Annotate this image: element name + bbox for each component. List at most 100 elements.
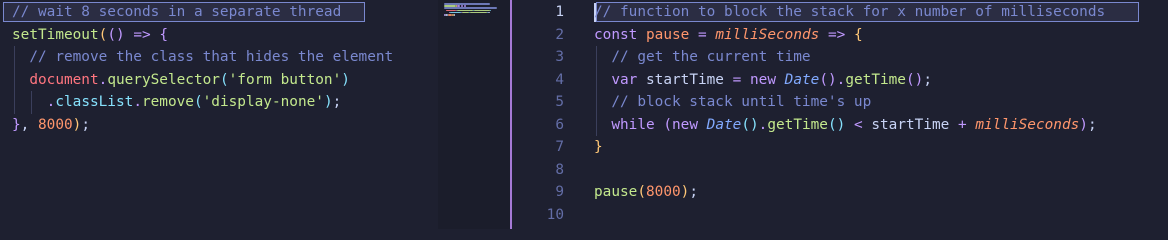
code-token: ; xyxy=(689,184,698,200)
code-token: 'display-none' xyxy=(202,94,324,110)
code-token: new xyxy=(750,71,776,88)
code-token: Date xyxy=(784,71,820,88)
minimap-stroke xyxy=(444,7,497,9)
code-line[interactable]: while (new Date().getTime() < startTime … xyxy=(594,114,1097,137)
code-token: () xyxy=(819,71,837,88)
code-line[interactable]: }, 8000); xyxy=(12,114,90,137)
code-token: while xyxy=(611,116,655,133)
code-token: , xyxy=(20,116,38,133)
code-token: const xyxy=(594,26,638,43)
code-token: ; xyxy=(1087,116,1097,133)
code-token: () xyxy=(827,116,846,133)
code-line[interactable]: } xyxy=(594,136,603,159)
code-line[interactable]: .classList.remove('display-none'); xyxy=(12,91,342,114)
indent-guide xyxy=(596,46,597,69)
code-token: ) xyxy=(1079,116,1088,133)
code-token: ) xyxy=(323,94,333,110)
indent-guide xyxy=(31,91,33,114)
code-token: // remove the class that hides the eleme… xyxy=(12,49,394,65)
code-token: // get the current time xyxy=(594,49,811,65)
indent-guide xyxy=(14,68,15,91)
code-line[interactable]: document.querySelector('form button') xyxy=(12,69,350,92)
code-token: ( xyxy=(193,94,203,110)
indent-guide xyxy=(14,91,15,114)
code-token: } xyxy=(12,116,21,133)
code-line[interactable]: pause(8000); xyxy=(594,181,698,204)
code-token: . xyxy=(133,94,142,110)
code-line[interactable]: // wait 8 seconds in a separate thread xyxy=(12,1,341,24)
code-token: Date xyxy=(706,116,742,133)
code-token: milliSeconds xyxy=(715,26,820,43)
code-token: setTimeout xyxy=(12,26,99,43)
line-number: 2 xyxy=(555,26,564,43)
code-token: ( xyxy=(663,116,672,133)
code-token: classList xyxy=(55,94,134,110)
code-token: ; xyxy=(923,71,932,88)
minimap-stroke xyxy=(453,14,455,16)
code-token: { xyxy=(159,26,168,43)
code-token: ; xyxy=(332,94,342,110)
code-token: // function to block the stack for x num… xyxy=(594,4,1106,20)
line-number: 4 xyxy=(555,71,564,88)
minimap[interactable] xyxy=(438,0,510,229)
line-number: 1 xyxy=(555,4,564,20)
code-token: } xyxy=(594,139,603,155)
minimap-stroke xyxy=(488,11,490,14)
code-token: . xyxy=(98,71,108,88)
line-number: 3 xyxy=(555,49,564,65)
code-line[interactable]: var startTime = new Date().getTime(); xyxy=(594,69,932,92)
code-token: document xyxy=(29,71,99,88)
code-line[interactable]: setTimeout(() => { xyxy=(12,24,168,47)
indent-guide xyxy=(596,113,597,136)
minimap-stroke xyxy=(474,9,490,12)
code-token: => xyxy=(827,26,846,43)
line-number: 10 xyxy=(546,206,564,223)
minimap-stroke xyxy=(462,11,470,14)
code-token: startTime xyxy=(646,71,724,88)
code-token: = xyxy=(698,26,707,43)
left-editor-pane[interactable]: // wait 8 seconds in a separate thread se… xyxy=(0,0,438,229)
minimap-stroke xyxy=(489,9,491,12)
right-editor-pane[interactable]: 1 // function to block the stack for x nu… xyxy=(512,0,1168,229)
code-token: startTime xyxy=(871,116,950,133)
code-line[interactable]: const pause = milliSeconds => { xyxy=(594,24,863,47)
code-line[interactable]: // function to block the stack for x num… xyxy=(594,1,1105,24)
code-token: remove xyxy=(141,94,194,110)
code-token: ( xyxy=(98,26,108,43)
code-token: var xyxy=(611,71,638,88)
split-editor-window: // wait 8 seconds in a separate thread se… xyxy=(0,0,1168,229)
code-token: // block stack until time's up xyxy=(594,94,872,110)
code-token: () xyxy=(741,116,759,133)
code-token: ; xyxy=(81,116,90,133)
code-token: () xyxy=(905,71,924,88)
code-token: // wait 8 seconds in a separate thread xyxy=(12,4,342,20)
code-line[interactable]: // block stack until time's up xyxy=(594,91,871,114)
code-token: 8000 xyxy=(646,184,681,200)
code-token: ( xyxy=(637,184,646,200)
code-token: + xyxy=(957,116,967,133)
code-line[interactable]: // remove the class that hides the eleme… xyxy=(12,46,393,69)
indent-guide xyxy=(14,46,15,69)
indent-guide xyxy=(596,68,597,91)
code-token: < xyxy=(853,116,863,133)
code-token: { xyxy=(853,26,863,43)
code-token: pause xyxy=(646,26,690,43)
indent-guide xyxy=(596,91,597,114)
code-line[interactable]: // get the current time xyxy=(594,46,811,69)
code-token: ) xyxy=(341,71,350,88)
line-number: 6 xyxy=(555,116,564,133)
code-token: ( xyxy=(219,71,229,88)
line-number: 8 xyxy=(555,161,564,178)
